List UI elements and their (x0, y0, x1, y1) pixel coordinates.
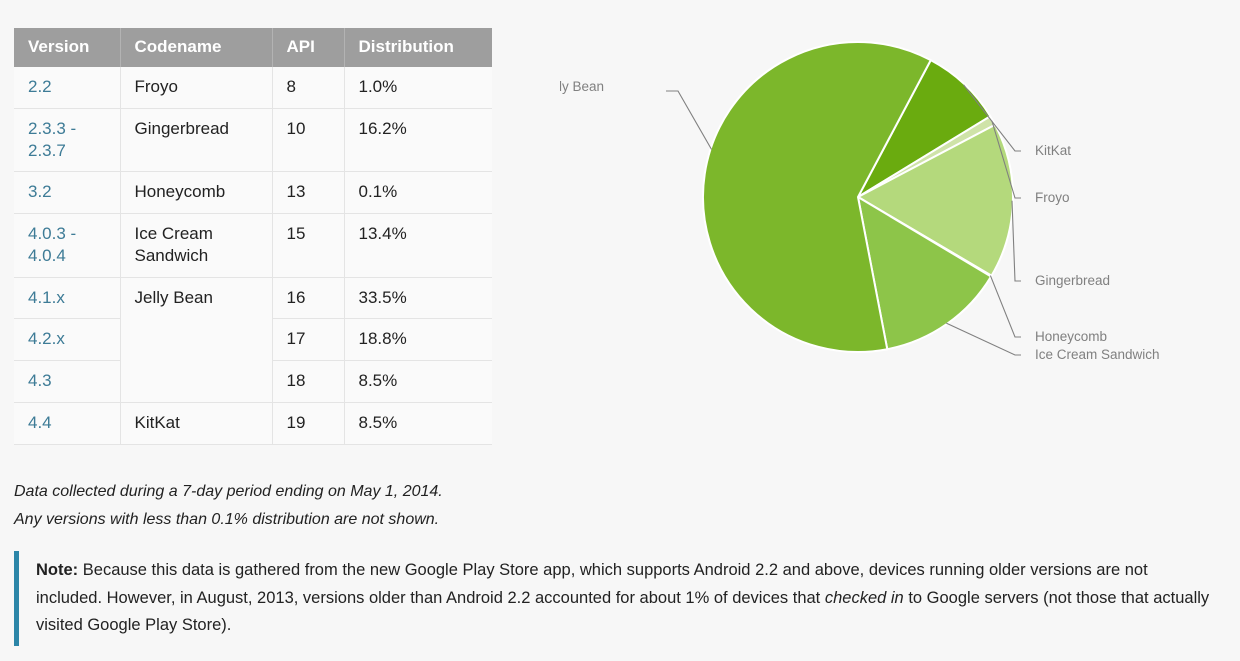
caption-line-1: Data collected during a 7-day period end… (14, 483, 443, 500)
column-header-api: API (272, 28, 345, 67)
cell-codename: Jelly Bean (120, 277, 273, 403)
column-header-codename: Codename (120, 28, 273, 67)
cell-codename: Ice Cream Sandwich (120, 213, 273, 278)
table-row: 4.1.x Jelly Bean 16 33.5% (14, 277, 492, 403)
pie-chart-svg: Jelly Bean KitKat Froyo Gingerbread Honeycom… (560, 41, 1160, 362)
cell-codename: Froyo (120, 67, 273, 109)
cell-api: 16 (272, 277, 345, 320)
note-emphasis: checked in (824, 588, 904, 607)
cell-distribution: 16.2% (344, 108, 492, 173)
pie-label-jelly-bean: Jelly Bean (560, 79, 604, 94)
cell-version[interactable]: 4.2.x (14, 318, 121, 361)
cell-version[interactable]: 3.2 (14, 171, 121, 214)
cell-distribution: 8.5% (344, 360, 492, 403)
table-row: 4.0.3 - 4.0.4 Ice Cream Sandwich 15 13.4… (14, 213, 492, 278)
cell-api: 13 (272, 171, 345, 214)
cell-distribution: 0.1% (344, 171, 492, 214)
leader-line-honeycomb (989, 275, 1021, 338)
distribution-pie-chart: Jelly Bean KitKat Froyo Gingerbread Honeycom… (560, 0, 1240, 400)
cell-distribution: 1.0% (344, 67, 492, 109)
table-header: Version Codename API Distribution (14, 28, 492, 67)
cell-version[interactable]: 4.4 (14, 402, 121, 445)
note-block: Note: Because this data is gathered from… (14, 551, 1214, 647)
leader-line-ice-cream-sandwich (946, 322, 1021, 356)
column-header-version: Version (14, 28, 121, 67)
table-body: 2.2 Froyo 8 1.0% 2.3.3 - 2.3.7 Gingerbre… (14, 67, 492, 445)
cell-api: 10 (272, 108, 345, 173)
android-platform-versions-page: Version Codename API Distribution 2.2 Fr… (0, 0, 1240, 661)
cell-version[interactable]: 2.3.3 - 2.3.7 (14, 108, 121, 173)
cell-codename: KitKat (120, 402, 273, 445)
cell-distribution: 8.5% (344, 402, 492, 445)
note-label: Note: (36, 561, 79, 579)
cell-api: 17 (272, 318, 345, 361)
cell-api: 15 (272, 213, 345, 278)
table-header-row: Version Codename API Distribution (14, 28, 492, 67)
leader-line-jelly-bean (666, 90, 712, 150)
table-row: 3.2 Honeycomb 13 0.1% (14, 171, 492, 214)
leader-line-gingerbread (1011, 200, 1021, 282)
caption-line-2: Any versions with less than 0.1% distrib… (14, 510, 440, 528)
column-header-distribution: Distribution (344, 28, 492, 67)
cell-api: 19 (272, 402, 345, 445)
table-row: 2.2 Froyo 8 1.0% (14, 67, 492, 109)
distribution-table-container: Version Codename API Distribution 2.2 Fr… (14, 28, 492, 445)
cell-version[interactable]: 4.3 (14, 360, 121, 403)
cell-version[interactable]: 4.0.3 - 4.0.4 (14, 213, 121, 278)
cell-codename: Honeycomb (120, 171, 273, 214)
cell-api: 8 (272, 67, 345, 109)
cell-distribution: 33.5% (344, 277, 492, 320)
cell-codename: Gingerbread (120, 108, 273, 173)
cell-version[interactable]: 4.1.x (14, 277, 121, 320)
data-collection-caption: Data collected during a 7-day period end… (14, 478, 443, 533)
table-row: 2.3.3 - 2.3.7 Gingerbread 10 16.2% (14, 108, 492, 173)
pie-label-honeycomb: Honeycomb (1035, 329, 1107, 344)
pie-label-ice-cream-sandwich: Ice Cream Sandwich (1035, 347, 1160, 362)
distribution-table: Version Codename API Distribution 2.2 Fr… (14, 28, 492, 445)
cell-api: 18 (272, 360, 345, 403)
cell-distribution: 13.4% (344, 213, 492, 278)
pie-label-gingerbread: Gingerbread (1035, 273, 1110, 288)
pie-label-froyo: Froyo (1035, 190, 1070, 205)
table-row: 4.4 KitKat 19 8.5% (14, 402, 492, 445)
pie-label-kitkat: KitKat (1035, 143, 1071, 158)
cell-version[interactable]: 2.2 (14, 67, 121, 109)
cell-distribution: 18.8% (344, 318, 492, 361)
